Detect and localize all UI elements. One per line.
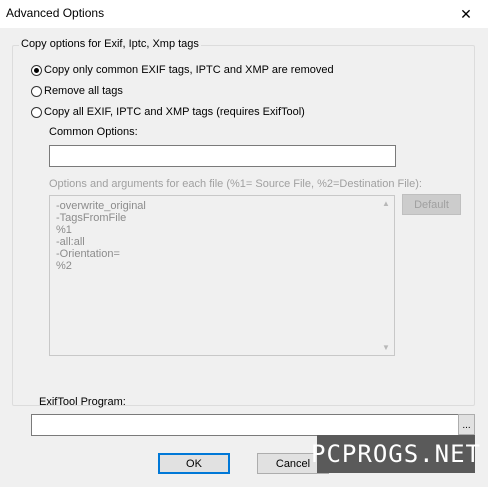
args-line: %2 xyxy=(56,260,72,272)
scroll-up-icon[interactable]: ▲ xyxy=(382,199,390,208)
default-button[interactable]: Default xyxy=(402,194,461,215)
args-line: %1 xyxy=(56,224,72,236)
args-line: -TagsFromFile xyxy=(56,212,127,224)
radio-copy-all[interactable]: Copy all EXIF, IPTC and XMP tags (requir… xyxy=(31,106,305,118)
watermark-logo: PCPROGS.NET xyxy=(311,435,480,473)
browse-button[interactable]: ... xyxy=(458,414,475,435)
dialog-client-area: Copy options for Exif, Iptc, Xmp tags Co… xyxy=(0,28,488,487)
args-lines: -overwrite_original -TagsFromFile %1 -al… xyxy=(56,200,146,272)
window-title: Advanced Options xyxy=(6,6,105,20)
exiftool-label: ExifTool Program: xyxy=(39,396,126,408)
args-textarea[interactable]: -overwrite_original -TagsFromFile %1 -al… xyxy=(49,195,395,356)
ok-button[interactable]: OK xyxy=(158,453,230,474)
common-options-label: Common Options: xyxy=(49,126,138,138)
args-label: Options and arguments for each file (%1=… xyxy=(49,178,422,190)
args-scrollbar[interactable]: ▲ ▼ xyxy=(378,196,394,355)
radio-button[interactable] xyxy=(31,106,42,118)
radio-button[interactable] xyxy=(31,85,42,97)
radio-copy-common[interactable]: Copy only common EXIF tags, IPTC and XMP… xyxy=(31,64,334,76)
scroll-down-icon[interactable]: ▼ xyxy=(382,343,390,352)
close-icon: ✕ xyxy=(460,5,472,22)
exiftool-path-input[interactable] xyxy=(31,414,459,436)
radio-button-checked[interactable] xyxy=(31,64,42,76)
title-bar: Advanced Options ✕ xyxy=(0,0,488,28)
radio-remove-all[interactable]: Remove all tags xyxy=(31,85,123,97)
groupbox-label: Copy options for Exif, Iptc, Xmp tags xyxy=(19,38,201,50)
common-options-input[interactable] xyxy=(49,145,396,167)
args-line: -overwrite_original xyxy=(56,200,146,212)
radio-remove-all-label: Remove all tags xyxy=(44,85,123,97)
args-line: -Orientation= xyxy=(56,248,120,260)
args-line: -all:all xyxy=(56,236,85,248)
close-button[interactable]: ✕ xyxy=(444,0,488,28)
radio-copy-all-label: Copy all EXIF, IPTC and XMP tags (requir… xyxy=(44,106,305,118)
radio-copy-common-label: Copy only common EXIF tags, IPTC and XMP… xyxy=(44,64,334,76)
